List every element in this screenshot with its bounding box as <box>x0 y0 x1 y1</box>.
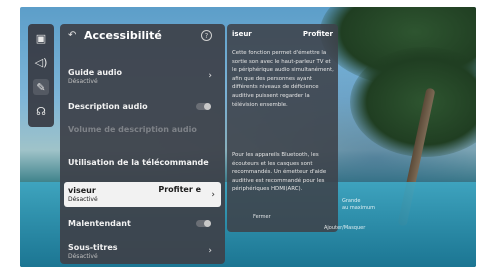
malentendant-toggle[interactable] <box>196 220 211 227</box>
guide-audio-label: Guide audio <box>68 68 122 77</box>
osd-au-maximum: au maximum <box>342 205 376 211</box>
page-title: Accessibilité <box>84 29 162 42</box>
viseur-right-text: Profiter e <box>158 185 201 194</box>
volume-description-label: Volume de description audio <box>68 125 197 134</box>
info-paragraph-1: Cette fonction permet d'émettre la sorti… <box>232 50 334 108</box>
osd-ajouter-masquer: Ajouter/Masquer <box>324 225 366 231</box>
chevron-right-icon: › <box>208 246 212 256</box>
info-panel: iseur Profiter Cette fonction permet d'é… <box>227 24 338 232</box>
tools-icon[interactable]: ✎ <box>33 79 49 95</box>
menu-item-volume-description: Volume de description audio <box>68 125 218 137</box>
osd-grande: Grande <box>342 198 361 204</box>
info-title-left: iseur <box>232 30 252 38</box>
sous-titres-status: Désactivé <box>68 253 98 260</box>
info-paragraph-2: Pour les appareils Bluetooth, les écoute… <box>232 152 327 193</box>
guide-audio-status: Désactivé <box>68 78 98 85</box>
remote-section-label: Utilisation de la télécommande <box>68 158 209 167</box>
info-header: iseur Profiter <box>227 24 338 44</box>
support-icon[interactable]: ☊ <box>33 103 49 119</box>
help-icon[interactable]: ? <box>201 30 212 41</box>
menu-item-guide-audio[interactable]: Guide audio Désactivé › <box>68 68 218 90</box>
sound-icon[interactable]: ◁) <box>33 54 49 70</box>
viseur-status: Désactivé <box>68 196 98 203</box>
sous-titres-label: Sous-titres <box>68 243 118 252</box>
menu-item-description-audio[interactable]: Description audio <box>68 102 218 114</box>
chevron-right-icon: › <box>211 190 215 200</box>
back-icon[interactable]: ↶ <box>68 30 76 41</box>
picture-icon[interactable]: ▣ <box>33 30 49 46</box>
settings-category-rail: ▣ ◁) ✎ ☊ <box>28 24 54 127</box>
accessibility-panel: ↶ Accessibilité ? Guide audio Désactivé … <box>60 24 225 264</box>
menu-item-viseur[interactable]: viseur Désactivé Profiter e › <box>64 182 221 207</box>
tv-screen: ▣ ◁) ✎ ☊ ↶ Accessibilité ? Guide audio D… <box>20 7 476 267</box>
menu-item-sous-titres[interactable]: Sous-titres Désactivé › <box>68 243 218 263</box>
info-title-right: Profiter <box>302 30 333 38</box>
panel-header: ↶ Accessibilité ? <box>60 24 225 48</box>
description-audio-toggle[interactable] <box>196 103 211 110</box>
chevron-right-icon: › <box>208 71 212 81</box>
menu-item-malentendant[interactable]: Malentendant <box>68 219 218 231</box>
osd-fermer: Fermer <box>253 214 271 220</box>
